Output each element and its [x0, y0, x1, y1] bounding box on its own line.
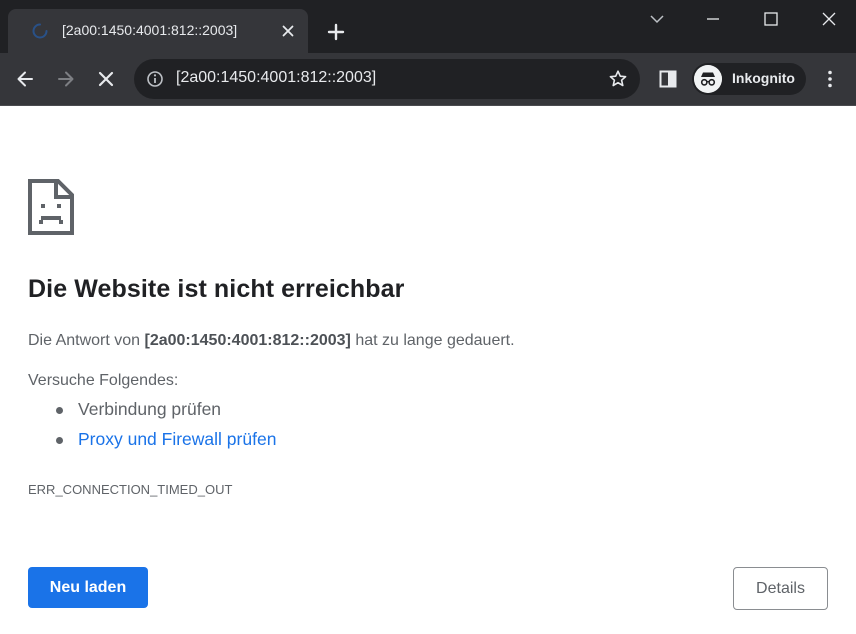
tab-strip: [2a00:1450:4001:812::2003] [0, 0, 856, 53]
star-icon[interactable] [608, 69, 628, 89]
bullet-icon [56, 407, 63, 414]
minimize-icon[interactable] [702, 8, 724, 30]
profile-label: Inkognito [732, 70, 795, 86]
error-headline: Die Website ist nicht erreichbar [28, 275, 405, 303]
suggestions-heading: Versuche Folgendes: [28, 372, 179, 389]
error-code: ERR_CONNECTION_TIMED_OUT [28, 482, 233, 497]
plus-icon[interactable] [324, 20, 348, 44]
error-message-suffix: hat zu lange gedauert. [350, 332, 515, 349]
suggestion-proxy-firewall-link[interactable]: Proxy und Firewall prüfen [78, 429, 276, 450]
error-message-prefix: Die Antwort von [28, 332, 145, 349]
stop-icon[interactable] [94, 67, 118, 91]
chevron-down-icon[interactable] [646, 8, 668, 30]
address-url[interactable]: [2a00:1450:4001:812::2003] [176, 69, 376, 87]
profile-button[interactable]: Inkognito [692, 63, 806, 95]
arrow-left-icon[interactable] [13, 67, 37, 91]
sad-page-icon [28, 179, 74, 235]
close-icon[interactable] [278, 21, 298, 41]
spinner-icon [32, 23, 48, 39]
error-message: Die Antwort von [2a00:1450:4001:812::200… [28, 332, 515, 350]
arrow-right-icon[interactable] [54, 67, 78, 91]
error-page: Die Website ist nicht erreichbar Die Ant… [0, 107, 856, 634]
maximize-icon[interactable] [760, 8, 782, 30]
browser-toolbar: [2a00:1450:4001:812::2003] Inkognito [0, 53, 856, 106]
address-bar[interactable]: [2a00:1450:4001:812::2003] [134, 59, 640, 99]
details-button[interactable]: Details [733, 567, 828, 610]
active-tab[interactable]: [2a00:1450:4001:812::2003] [8, 9, 308, 53]
error-message-host: [2a00:1450:4001:812::2003] [144, 332, 351, 349]
reload-button[interactable]: Neu laden [28, 567, 148, 608]
bullet-icon [56, 437, 63, 444]
info-icon[interactable] [146, 70, 164, 88]
suggestion-check-connection: Verbindung prüfen [78, 399, 222, 419]
incognito-icon [694, 65, 722, 93]
close-icon[interactable] [818, 8, 840, 30]
tab-title: [2a00:1450:4001:812::2003] [62, 22, 238, 38]
kebab-menu-icon[interactable] [818, 67, 842, 91]
side-panel-icon[interactable] [656, 67, 680, 91]
